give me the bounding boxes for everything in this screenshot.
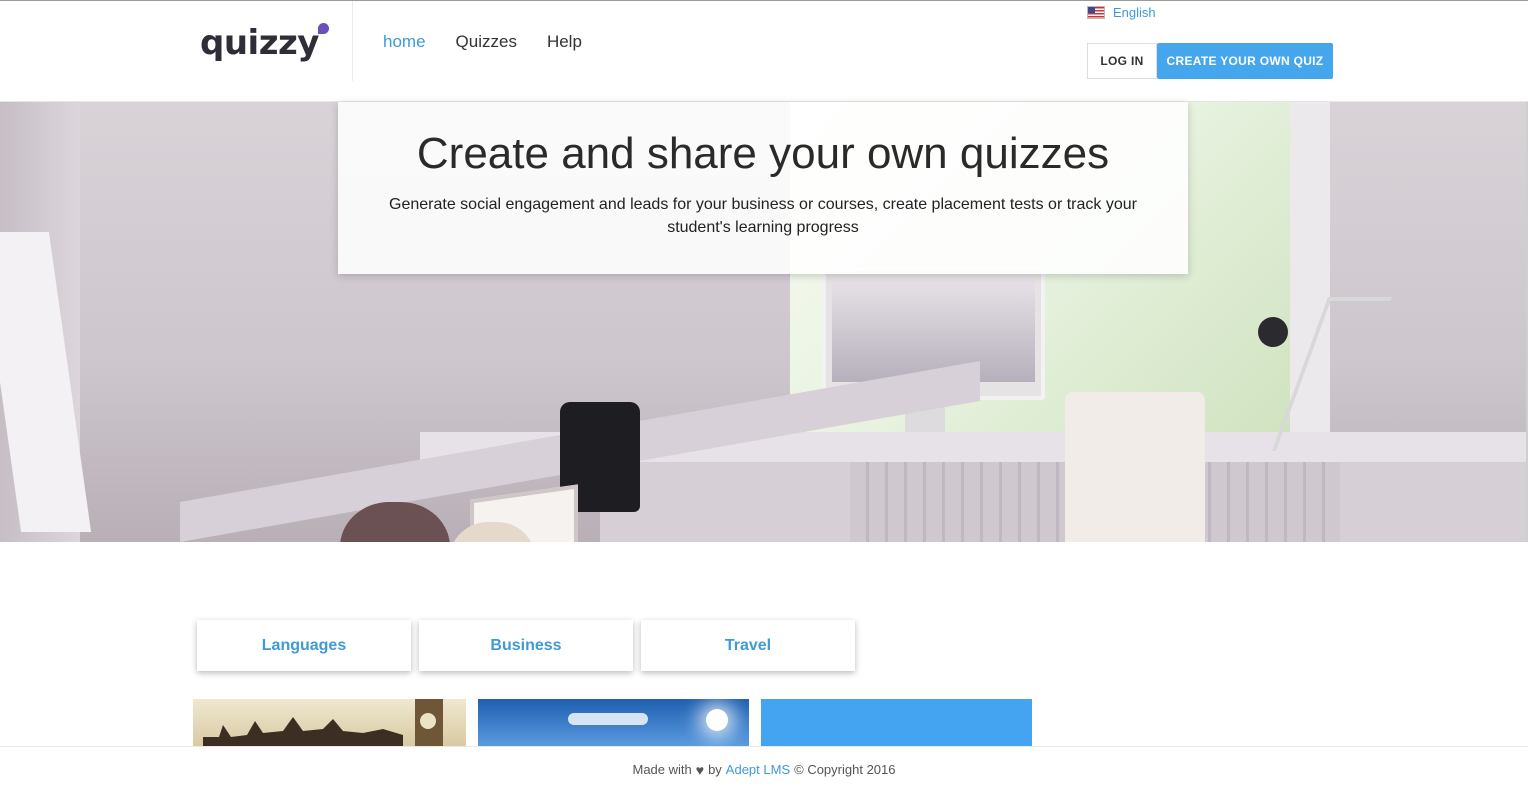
footer-made-with: Made with: [632, 762, 692, 777]
nav-home[interactable]: home: [383, 32, 426, 52]
hero-subtitle: Generate social engagement and leads for…: [389, 196, 1137, 236]
login-button[interactable]: LOG IN: [1087, 43, 1157, 79]
footer-brand-link[interactable]: Adept LMS: [726, 762, 790, 777]
footer-copyright: © Copyright 2016: [794, 762, 896, 777]
category-tabs: Languages Business Travel: [197, 620, 855, 671]
site-header: quizzy home Quizzes Help English LOG IN …: [0, 1, 1528, 102]
nav-help[interactable]: Help: [547, 32, 582, 52]
language-label: English: [1113, 5, 1156, 20]
category-travel[interactable]: Travel: [641, 620, 855, 671]
logo-text: quizzy: [200, 23, 319, 63]
clock-face: [420, 713, 436, 729]
us-flag-icon: [1087, 6, 1105, 19]
hero-lamp-head: [1258, 317, 1288, 347]
cloud-shape: [568, 713, 648, 725]
create-quiz-button[interactable]: CREATE YOUR OWN QUIZ: [1157, 43, 1333, 79]
site-footer: Made with ♥ by Adept LMS © Copyright 201…: [0, 746, 1528, 792]
hero-card: Create and share your own quizzes Genera…: [338, 102, 1188, 274]
language-selector[interactable]: English: [1087, 5, 1156, 20]
hero-monitor-screen: [832, 277, 1035, 382]
category-languages[interactable]: Languages: [197, 620, 411, 671]
quizzy-logo[interactable]: quizzy: [200, 23, 335, 67]
category-business[interactable]: Business: [419, 620, 633, 671]
sun-shape: [706, 709, 728, 731]
heart-icon: ♥: [695, 761, 705, 778]
hero-title: Create and share your own quizzes: [416, 129, 1110, 178]
footer-by: by: [708, 762, 722, 777]
parliament-silhouette: [203, 717, 403, 747]
quiz-thumbnail-sky[interactable]: [478, 699, 749, 747]
header-divider: [352, 1, 353, 81]
logo-bubble-icon: [318, 23, 329, 34]
quiz-thumbnail-blue[interactable]: [761, 699, 1032, 747]
nav-quizzes[interactable]: Quizzes: [456, 32, 517, 52]
main-nav: home Quizzes Help: [383, 32, 582, 52]
quiz-thumbnail-london[interactable]: [193, 699, 466, 747]
hero-chair: [1065, 392, 1205, 542]
